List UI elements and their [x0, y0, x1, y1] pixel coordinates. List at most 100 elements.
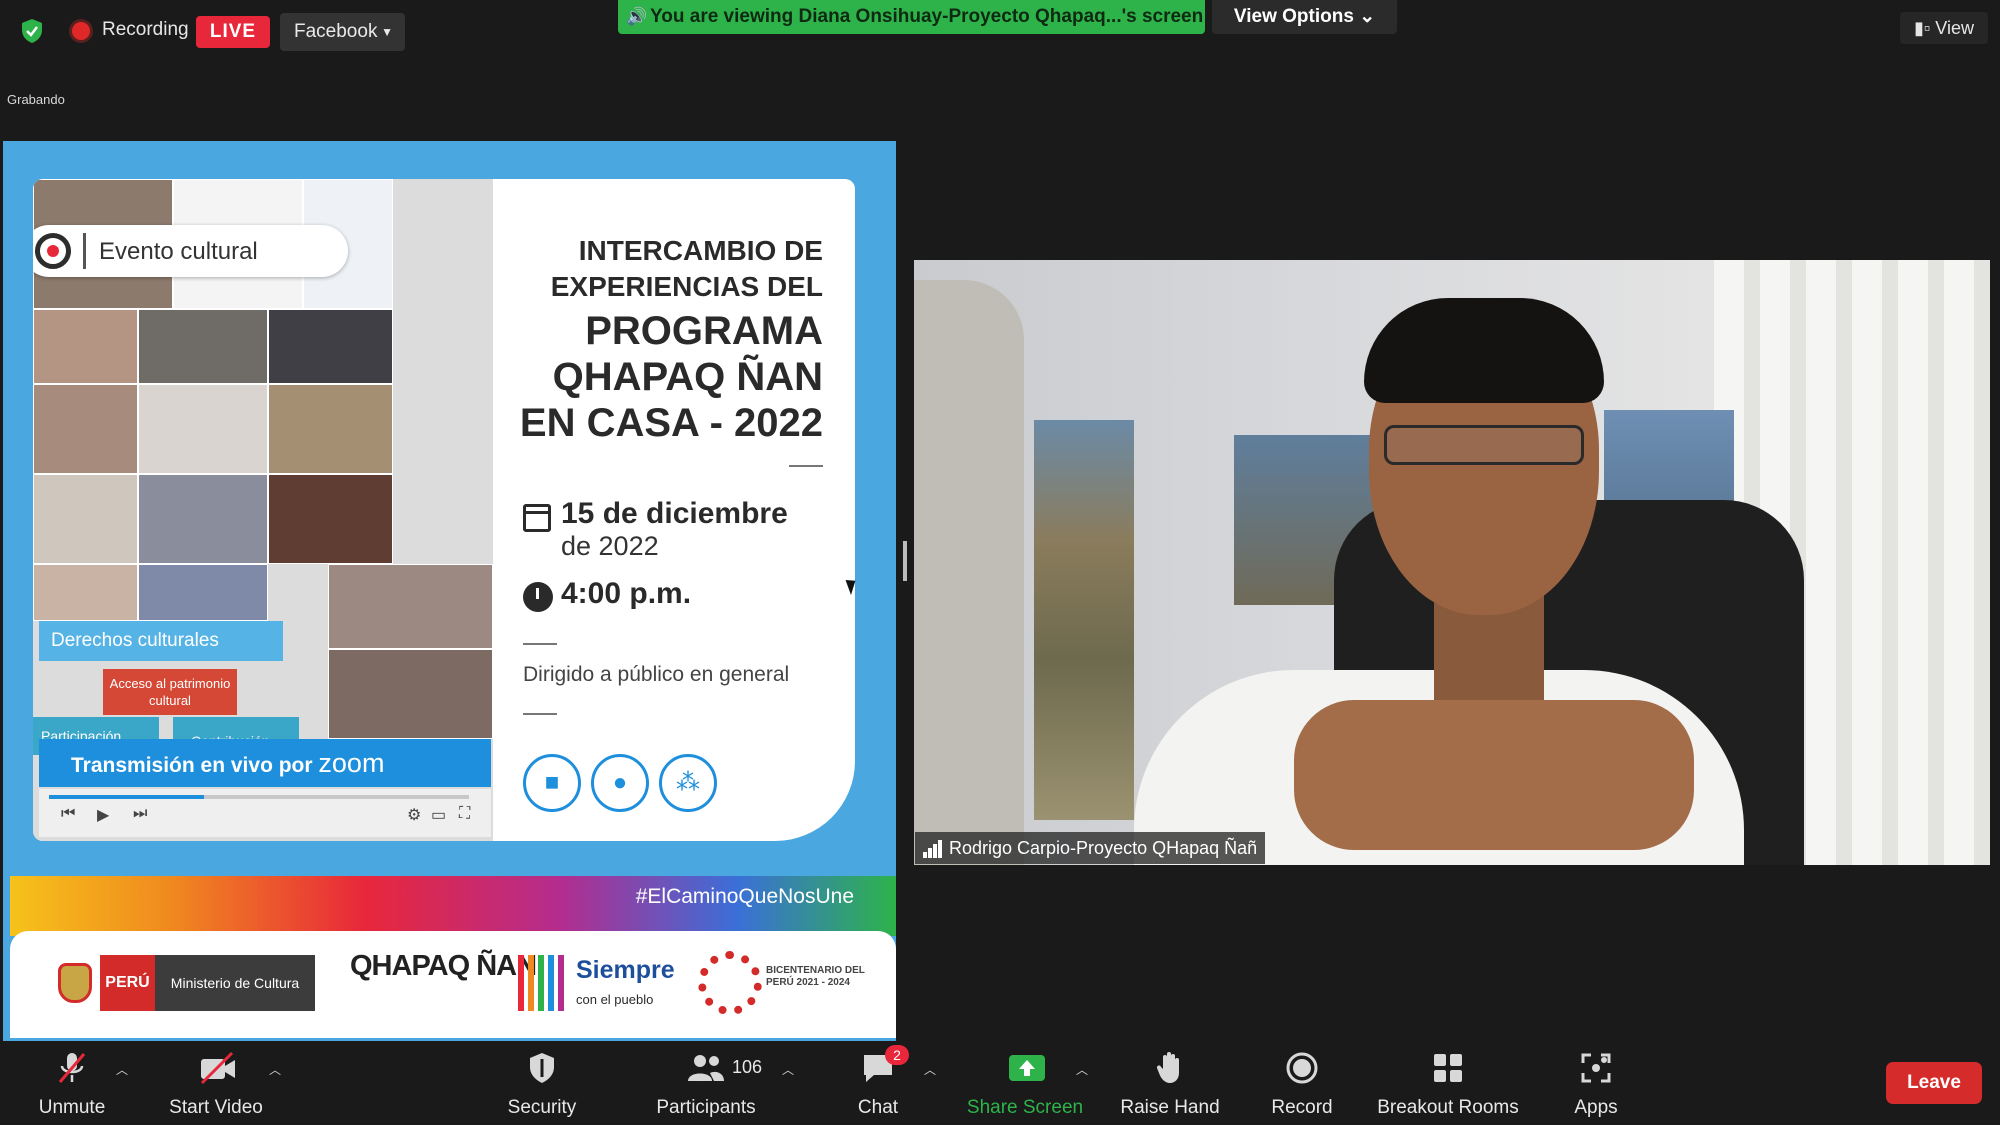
- video-options-caret[interactable]: ︿: [269, 1061, 281, 1078]
- chat-unread-badge: 2: [885, 1045, 909, 1065]
- participants-button[interactable]: Participants: [648, 1041, 764, 1125]
- theater-icon: ▭: [431, 807, 447, 824]
- participant-nameplate: Rodrigo Carpio-Proyecto QHapaq Ñañ: [915, 832, 1266, 864]
- participants-count: 106: [732, 1057, 763, 1077]
- siempre-logo-text: Siempre: [576, 956, 675, 984]
- bicentenario-logo-text: BICENTENARIO DEL PERÚ 2021 - 2024: [766, 965, 865, 988]
- security-button[interactable]: Security: [492, 1041, 592, 1125]
- acceso-label: Acceso al patrimonio cultural: [103, 669, 237, 715]
- siempre-logo: Siempre con el pueblo: [576, 957, 675, 1013]
- video-off-icon: [198, 1051, 235, 1085]
- player-progress: [49, 795, 469, 799]
- apps-button[interactable]: Apps: [1546, 1041, 1646, 1125]
- chat-options-caret[interactable]: ︿: [924, 1061, 936, 1078]
- raise-hand-label: Raise Hand: [1120, 1097, 1220, 1118]
- skip-back-icon: ⏮: [61, 805, 76, 822]
- collage-photo: [328, 649, 493, 739]
- derechos-label: Derechos culturales: [39, 621, 283, 661]
- sponsor-logos: PERÚ Ministerio de Cultura QHAPAQ ÑAN Si…: [10, 931, 896, 1038]
- raise-hand-button[interactable]: Raise Hand: [1110, 1041, 1230, 1125]
- clock-icon: [523, 582, 553, 612]
- view-options-button[interactable]: View Options ⌄: [1212, 0, 1397, 34]
- zoom-logo: zoom: [318, 748, 385, 778]
- participant-hands: [1294, 700, 1694, 850]
- start-video-button[interactable]: Start Video: [160, 1041, 272, 1125]
- shield-check-icon[interactable]: [20, 18, 44, 44]
- audio-options-caret[interactable]: ︿: [116, 1061, 128, 1078]
- breakout-rooms-button[interactable]: Breakout Rooms: [1372, 1041, 1524, 1125]
- chair-wing: [914, 280, 1024, 865]
- meeting-toolbar: Unmute ︿ Start Video ︿ Security Particip…: [0, 1041, 2000, 1125]
- collage-photo: [268, 474, 393, 564]
- participants-options-caret[interactable]: ︿: [782, 1061, 794, 1078]
- raise-hand-icon: [1152, 1051, 1188, 1085]
- screen-share-banner: 🔊 You are viewing Diana Onsihuay-Proyect…: [618, 0, 1205, 34]
- caret-down-icon: ▼: [381, 25, 393, 39]
- share-screen-icon: [1007, 1051, 1045, 1085]
- transmision-banner: Transmisión en vivo por zoom: [39, 739, 491, 787]
- participant-video[interactable]: Rodrigo Carpio-Proyecto QHapaq Ñañ: [914, 260, 1990, 865]
- microphone-icon: ●: [591, 754, 649, 812]
- participant-name: Rodrigo Carpio-Proyecto QHapaq Ñañ: [949, 838, 1258, 858]
- apps-icon: [1578, 1051, 1614, 1085]
- bicentenario-emblem-icon: [698, 951, 762, 1015]
- leave-button[interactable]: Leave: [1886, 1062, 1982, 1104]
- peru-coat-of-arms-icon: [58, 963, 92, 1003]
- record-button[interactable]: Record: [1252, 1041, 1352, 1125]
- breakout-rooms-label: Breakout Rooms: [1377, 1097, 1519, 1118]
- unmute-label: Unmute: [38, 1097, 106, 1118]
- collage-photo: [33, 384, 138, 474]
- participants-icon: [686, 1051, 724, 1085]
- collage-photo: [33, 474, 138, 564]
- ministerio-logo: Ministerio de Cultura: [155, 955, 315, 1011]
- recording-label[interactable]: Recording: [102, 19, 189, 41]
- share-screen-button[interactable]: Share Screen: [960, 1041, 1090, 1125]
- wall-painting: [1034, 420, 1134, 820]
- start-video-label: Start Video: [169, 1097, 263, 1118]
- shared-screen[interactable]: Evento cultural Derechos culturales Acce…: [3, 141, 896, 1041]
- layout-icon: ▮▫: [1914, 18, 1936, 38]
- apps-label: Apps: [1574, 1097, 1618, 1118]
- camera-icon: ■: [523, 754, 581, 812]
- record-label: Record: [1271, 1097, 1333, 1118]
- collage-photo: [268, 384, 393, 474]
- view-button[interactable]: ▮▫ View: [1900, 12, 1988, 44]
- recording-status-text: Grabando: [7, 92, 65, 107]
- chat-label: Chat: [857, 1097, 899, 1118]
- record-icon: [1284, 1051, 1320, 1085]
- live-badge[interactable]: LIVE: [196, 16, 270, 48]
- share-options-caret[interactable]: ︿: [1076, 1061, 1088, 1078]
- event-title-line: INTERCAMBIO DE: [578, 235, 823, 266]
- group-icon: ⁂: [659, 754, 717, 812]
- siempre-logo-subtext: con el pueblo: [576, 992, 654, 1007]
- qhapaq-logo-icon: [35, 233, 71, 269]
- recording-dot-icon: [72, 22, 90, 40]
- peru-logo: PERÚ: [100, 955, 155, 1011]
- chat-button[interactable]: Chat: [828, 1041, 928, 1125]
- video-player-bar: ⏮ ▶ ⏭ ⚙ ▭ ⛶: [39, 789, 491, 837]
- view-options-label: View Options: [1233, 6, 1354, 27]
- event-title-line: EN CASA - 2022: [519, 401, 823, 445]
- event-badge-label: Evento cultural: [99, 238, 258, 265]
- resize-handle[interactable]: [903, 541, 907, 581]
- siempre-logo-icon: [518, 955, 570, 1011]
- event-details: INTERCAMBIO DE EXPERIENCIAS DEL PROGRAMA…: [503, 179, 855, 841]
- unmute-button[interactable]: Unmute: [22, 1041, 122, 1125]
- collage-photo: [138, 384, 268, 474]
- qhapaq-nan-logo: QHAPAQ ÑAN: [350, 950, 537, 982]
- fullscreen-icon: ⛶: [459, 805, 471, 822]
- signal-bars-icon: [923, 840, 943, 858]
- breakout-rooms-icon: [1430, 1051, 1466, 1085]
- divider: [789, 465, 823, 467]
- share-screen-label: Share Screen: [966, 1097, 1084, 1118]
- stream-platform-label: Facebook: [294, 21, 378, 42]
- glasses: [1384, 425, 1584, 465]
- stream-platform-dropdown[interactable]: Facebook ▼: [280, 13, 405, 51]
- collage-photo: [328, 564, 493, 649]
- photo-collage: Evento cultural Derechos culturales Acce…: [33, 179, 493, 841]
- event-audience: Dirigido a público en general: [523, 663, 790, 686]
- skip-forward-icon: ⏭: [133, 805, 148, 822]
- top-bar: Recording LIVE Facebook ▼ Grabando 🔊 You…: [0, 0, 2000, 107]
- divider: [523, 713, 557, 715]
- campaign-hashtag: #ElCaminoQueNosUne: [635, 885, 854, 908]
